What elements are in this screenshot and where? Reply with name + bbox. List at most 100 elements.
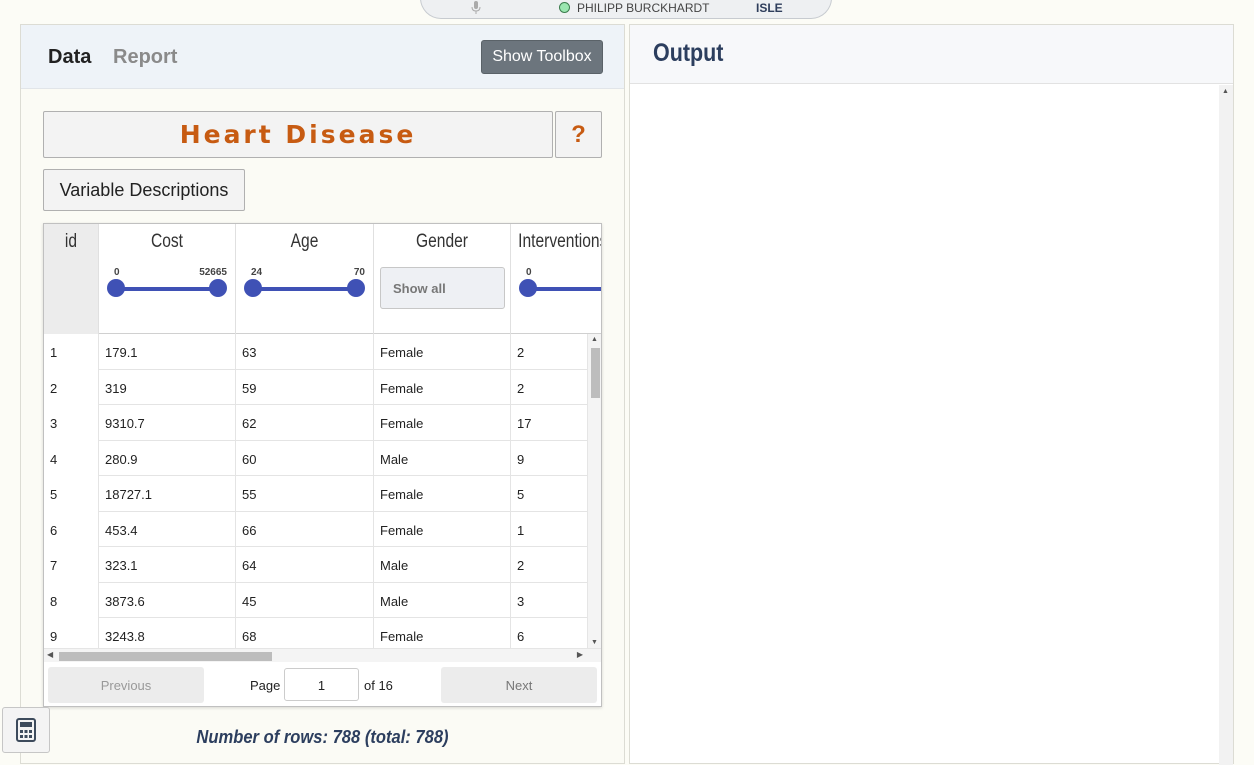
table-cell-cost: 9310.7 bbox=[99, 405, 236, 441]
table-cell-gender: Female bbox=[374, 334, 511, 370]
scroll-thumb[interactable] bbox=[59, 652, 272, 661]
table-cell-cost: 453.4 bbox=[99, 511, 236, 547]
table-row[interactable]: 1 179.1 63 Female 2 bbox=[44, 334, 587, 370]
table-cell-age: 64 bbox=[236, 547, 374, 583]
column-header-id[interactable]: id bbox=[44, 224, 99, 334]
output-scrollbar[interactable]: ▲ bbox=[1219, 85, 1233, 765]
table-cell-gender: Female bbox=[374, 369, 511, 405]
table-cell-id: 2 bbox=[44, 369, 99, 405]
table-body: 1 179.1 63 Female 2 2 319 59 Female 2 3 9310.7 62 Fem… bbox=[44, 334, 587, 648]
variable-descriptions-button[interactable]: Variable Descriptions bbox=[43, 169, 245, 211]
scroll-up-icon[interactable]: ▲ bbox=[1222, 88, 1229, 95]
table-cell-id: 6 bbox=[44, 511, 99, 547]
slider-handle-min[interactable] bbox=[519, 279, 537, 297]
table-cell-cost: 280.9 bbox=[99, 440, 236, 476]
table-row[interactable]: 6 453.4 66 Female 1 bbox=[44, 511, 587, 548]
user-name[interactable]: PHILIPP BURCKHARDT bbox=[577, 1, 709, 15]
previous-page-button[interactable]: Previous bbox=[48, 667, 204, 703]
table-cell-gender: Female bbox=[374, 405, 511, 441]
scroll-down-icon[interactable]: ▼ bbox=[591, 639, 598, 646]
slider-track[interactable] bbox=[252, 287, 357, 291]
dataset-help-button[interactable]: ? bbox=[555, 111, 602, 158]
table-row[interactable]: 4 280.9 60 Male 9 bbox=[44, 440, 587, 476]
table-cell-age: 55 bbox=[236, 476, 374, 512]
scroll-thumb[interactable] bbox=[591, 348, 600, 398]
age-range-slider[interactable]: 24 70 bbox=[244, 264, 365, 304]
slider-track[interactable] bbox=[115, 287, 219, 291]
slider-min: 0 bbox=[114, 267, 120, 278]
table-cell-interventions: 2 bbox=[511, 370, 587, 406]
table-vertical-scrollbar[interactable]: ▲ ▼ bbox=[587, 334, 601, 648]
table-cell-id: 4 bbox=[44, 440, 99, 476]
table-cell-interventions: 2 bbox=[511, 334, 587, 370]
table-cell-age: 66 bbox=[236, 511, 374, 547]
brand-label: ISLE bbox=[756, 1, 783, 15]
table-cell-gender: Male bbox=[374, 547, 511, 583]
table-row[interactable]: 5 18727.1 55 Female 5 bbox=[44, 476, 587, 512]
table-row[interactable]: 7 323.1 64 Male 2 bbox=[44, 547, 587, 583]
column-label: id bbox=[64, 231, 78, 252]
interventions-range-slider[interactable]: 0 bbox=[519, 264, 601, 304]
output-panel: Output ▲ bbox=[629, 24, 1234, 765]
table-cell-cost: 18727.1 bbox=[99, 476, 236, 512]
column-header-interventions[interactable]: Interventions 0 bbox=[511, 224, 602, 334]
table-cell-gender: Male bbox=[374, 440, 511, 476]
column-header-cost[interactable]: Cost 0 52665 bbox=[99, 224, 236, 334]
slider-min: 0 bbox=[526, 267, 532, 278]
slider-min: 24 bbox=[251, 267, 263, 278]
data-panel: Data Report Show Toolbox Heart Disease ?… bbox=[20, 24, 625, 764]
table-row[interactable]: 8 3873.6 45 Male 3 bbox=[44, 582, 587, 619]
tab-data[interactable]: Data bbox=[48, 46, 91, 69]
column-label: Cost bbox=[150, 231, 184, 252]
scroll-up-icon[interactable]: ▲ bbox=[591, 336, 598, 343]
table-row[interactable]: 3 9310.7 62 Female 17 bbox=[44, 405, 587, 441]
table-cell-age: 45 bbox=[236, 582, 374, 618]
scroll-left-icon[interactable]: ◀ bbox=[47, 650, 53, 659]
slider-track[interactable] bbox=[527, 287, 601, 291]
online-status-icon bbox=[559, 2, 570, 13]
page-number-input[interactable]: 1 bbox=[284, 668, 359, 701]
data-table: id Cost 0 52665 Age 24 70 Gender Show al… bbox=[43, 223, 602, 707]
table-pagination: Previous Page 1 of 16 Next bbox=[44, 662, 601, 706]
cost-range-slider[interactable]: 0 52665 bbox=[107, 264, 227, 304]
gender-filter-select[interactable]: Show all bbox=[380, 267, 505, 309]
output-title: Output bbox=[653, 39, 724, 67]
table-cell-gender: Male bbox=[374, 582, 511, 618]
slider-max: 52665 bbox=[199, 267, 227, 278]
output-header: Output bbox=[630, 25, 1233, 84]
page-total-label: of 16 bbox=[364, 678, 393, 693]
column-header-age[interactable]: Age 24 70 bbox=[236, 224, 374, 334]
scroll-right-icon[interactable]: ▶ bbox=[577, 650, 583, 659]
table-cell-cost: 3243.8 bbox=[99, 618, 236, 648]
calculator-button[interactable] bbox=[2, 707, 50, 753]
session-bar: PHILIPP BURCKHARDT ISLE bbox=[420, 0, 832, 19]
table-cell-gender: Female bbox=[374, 618, 511, 648]
slider-handle-max[interactable] bbox=[347, 279, 365, 297]
table-cell-interventions: 5 bbox=[511, 476, 587, 512]
microphone-icon[interactable] bbox=[471, 1, 481, 15]
table-cell-gender: Female bbox=[374, 511, 511, 547]
table-cell-interventions: 3 bbox=[511, 583, 587, 619]
slider-handle-max[interactable] bbox=[209, 279, 227, 297]
table-cell-interventions: 1 bbox=[511, 512, 587, 548]
tab-report[interactable]: Report bbox=[113, 46, 177, 69]
table-row[interactable]: 2 319 59 Female 2 bbox=[44, 369, 587, 406]
table-horizontal-scrollbar[interactable]: ◀ ▶ bbox=[44, 648, 601, 662]
column-label: Age bbox=[290, 231, 319, 252]
table-cell-cost: 319 bbox=[99, 369, 236, 405]
column-label: Interventions bbox=[518, 231, 602, 252]
table-cell-cost: 3873.6 bbox=[99, 582, 236, 618]
table-cell-interventions: 6 bbox=[511, 618, 587, 648]
row-count: Number of rows: 788 (total: 788) bbox=[196, 727, 449, 747]
column-label: Gender bbox=[416, 231, 468, 252]
table-cell-interventions: 2 bbox=[511, 547, 587, 583]
table-cell-id: 9 bbox=[44, 618, 99, 648]
table-cell-id: 8 bbox=[44, 582, 99, 618]
slider-handle-min[interactable] bbox=[244, 279, 262, 297]
table-cell-age: 63 bbox=[236, 334, 374, 370]
slider-handle-min[interactable] bbox=[107, 279, 125, 297]
table-row[interactable]: 9 3243.8 68 Female 6 bbox=[44, 618, 587, 648]
next-page-button[interactable]: Next bbox=[441, 667, 597, 703]
column-header-gender[interactable]: Gender Show all bbox=[374, 224, 511, 334]
show-toolbox-button[interactable]: Show Toolbox bbox=[481, 40, 603, 74]
